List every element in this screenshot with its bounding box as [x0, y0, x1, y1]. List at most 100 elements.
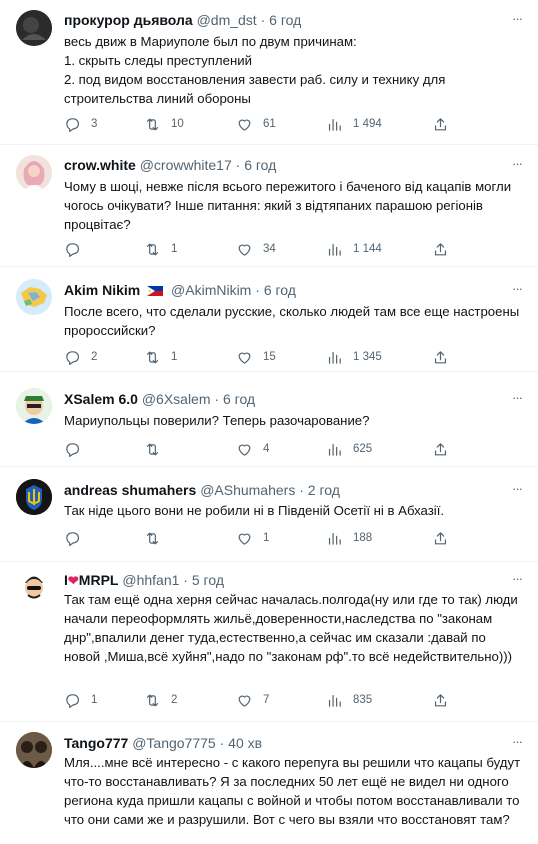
share-button[interactable] [432, 440, 449, 458]
separator-dot: · [299, 482, 304, 498]
share-button[interactable] [432, 691, 449, 709]
action-bar: 4 625 [64, 440, 444, 458]
retweet-button[interactable] [144, 529, 171, 547]
tweet-text: Так ніде цього вони не робили ні в Півде… [64, 503, 445, 518]
tweet-header: Akim Nikim @AkimNikim · 6 год [64, 281, 502, 299]
views-button[interactable]: 1 144 [326, 240, 382, 258]
author-handle[interactable]: @hhfan1 [122, 572, 179, 588]
more-icon[interactable]: ··· [508, 482, 526, 500]
share-button[interactable] [432, 529, 449, 547]
reply-button[interactable]: 2 [64, 348, 97, 366]
like-button[interactable]: 1 [236, 529, 269, 547]
retweet-button[interactable] [144, 440, 171, 458]
reply-count: 3 [91, 118, 98, 130]
avatar[interactable] [16, 732, 52, 768]
views-count: 1 345 [353, 351, 382, 363]
like-count: 61 [263, 118, 276, 130]
tweet[interactable]: crow.white @crowwhite17 · 6 год ··· Чому… [0, 145, 538, 267]
retweet-button[interactable]: 10 [144, 115, 184, 133]
more-icon[interactable]: ··· [508, 391, 526, 409]
tweet-text: Мля....мне всё интересно - с какого пере… [64, 755, 521, 827]
like-button[interactable]: 15 [236, 348, 276, 366]
reply-icon [64, 241, 81, 258]
tweet[interactable]: XSalem 6.0 @6Xsalem · 6 год ··· Мариупол… [0, 372, 538, 467]
more-icon[interactable]: ··· [508, 282, 526, 300]
author-name[interactable]: XSalem 6.0 [64, 391, 138, 407]
more-icon[interactable]: ··· [508, 735, 526, 753]
timestamp[interactable]: 5 год [192, 572, 224, 588]
more-icon[interactable]: ··· [508, 12, 526, 30]
action-bar: 1 188 [64, 529, 444, 547]
separator-dot: · [260, 12, 266, 28]
avatar[interactable] [16, 388, 52, 424]
reply-button[interactable] [64, 240, 91, 258]
avatar[interactable] [16, 155, 52, 191]
tweet[interactable]: Akim Nikim @AkimNikim · 6 год ··· После … [0, 267, 538, 372]
tweet-header: XSalem 6.0 @6Xsalem · 6 год [64, 390, 502, 408]
reply-button[interactable]: 1 [64, 691, 97, 709]
avatar[interactable] [16, 279, 52, 315]
philippines-flag-icon [147, 286, 164, 296]
tweet[interactable]: прокурор дьявола @dm_dst · 6 год ··· вес… [0, 0, 538, 145]
author-handle[interactable]: @Tango7775 [132, 735, 216, 751]
author-name[interactable]: Akim Nikim [64, 282, 140, 298]
more-icon[interactable]: ··· [508, 157, 526, 175]
views-icon [326, 692, 343, 709]
like-count: 7 [263, 694, 270, 706]
retweet-button[interactable]: 1 [144, 240, 177, 258]
more-icon[interactable]: ··· [508, 572, 526, 590]
like-button[interactable]: 4 [236, 440, 269, 458]
separator-dot: · [214, 391, 220, 407]
views-icon [326, 441, 343, 458]
reply-button[interactable] [64, 440, 91, 458]
tweet-header: Tango777 @Tango7775 · 40 хв [64, 734, 502, 752]
author-name[interactable]: прокурор дьявола [64, 12, 193, 28]
retweet-icon [144, 116, 161, 133]
retweet-button[interactable]: 1 [144, 348, 177, 366]
share-button[interactable] [432, 348, 449, 366]
avatar[interactable] [16, 10, 52, 46]
like-button[interactable]: 7 [236, 691, 269, 709]
views-button[interactable]: 625 [326, 440, 372, 458]
author-name[interactable]: andreas shumahers [64, 482, 196, 498]
like-count: 34 [263, 243, 276, 255]
author-handle[interactable]: @6Xsalem [142, 391, 211, 407]
like-button[interactable]: 34 [236, 240, 276, 258]
timestamp[interactable]: 40 хв [228, 735, 262, 751]
separator-dot: · [219, 735, 225, 751]
views-button[interactable]: 835 [326, 691, 372, 709]
timestamp[interactable]: 6 год [269, 12, 301, 28]
author-name[interactable]: Tango777 [64, 735, 128, 751]
avatar[interactable] [16, 479, 52, 515]
retweet-button[interactable]: 2 [144, 691, 177, 709]
views-button[interactable]: 188 [326, 529, 372, 547]
timestamp[interactable]: 6 год [244, 157, 276, 173]
share-button[interactable] [432, 240, 449, 258]
tweet[interactable]: I❤MRPL @hhfan1 · 5 год ··· Так там ещё о… [0, 562, 538, 722]
share-button[interactable] [432, 115, 449, 133]
avatar[interactable] [16, 568, 52, 604]
like-button[interactable]: 61 [236, 115, 276, 133]
retweet-icon [144, 530, 161, 547]
timestamp[interactable]: 6 год [264, 282, 296, 298]
reply-button[interactable] [64, 529, 91, 547]
tweet[interactable]: Tango777 @Tango7775 · 40 хв ··· Мля....м… [0, 722, 538, 844]
views-button[interactable]: 1 494 [326, 115, 382, 133]
reply-count: 2 [91, 351, 98, 363]
author-handle[interactable]: @crowwhite17 [140, 157, 232, 173]
views-button[interactable]: 1 345 [326, 348, 382, 366]
author-name[interactable]: crow.white [64, 157, 136, 173]
author-name[interactable]: I❤MRPL [64, 572, 118, 588]
heart-icon: ❤ [67, 573, 79, 588]
reply-button[interactable]: 3 [64, 115, 97, 133]
tweet-text: Мариупольцы поверили? Теперь разочарован… [64, 413, 370, 428]
author-handle[interactable]: @dm_dst [197, 12, 257, 28]
reply-icon [64, 116, 81, 133]
author-handle[interactable]: @AShumahers [200, 482, 295, 498]
timestamp[interactable]: 2 год [308, 482, 340, 498]
timestamp[interactable]: 6 год [223, 391, 255, 407]
author-handle[interactable]: @AkimNikim [171, 282, 251, 298]
like-icon [236, 530, 253, 547]
tweet[interactable]: andreas shumahers @AShumahers · 2 год ··… [0, 467, 538, 562]
share-icon [432, 241, 449, 258]
